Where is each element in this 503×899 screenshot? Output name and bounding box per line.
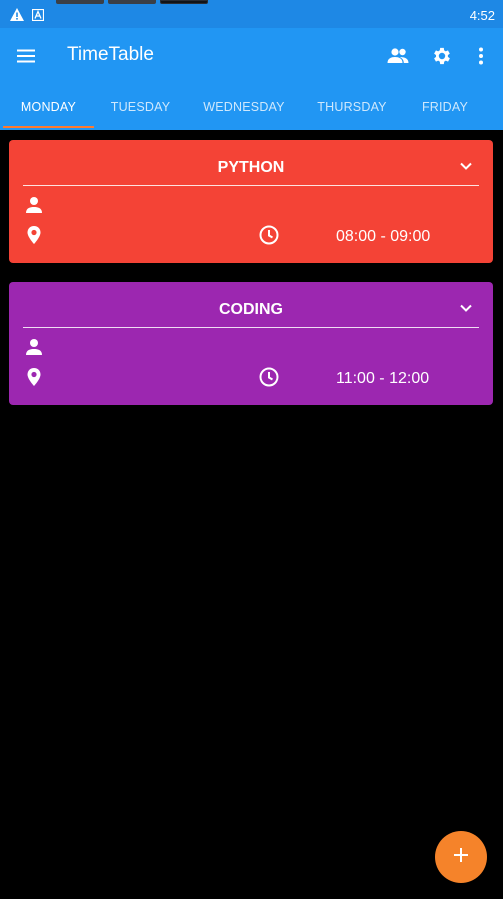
tab-label: TUESDAY: [110, 100, 171, 114]
tab-label: THURSDAY: [317, 100, 387, 114]
tab-monday[interactable]: MONDAY: [0, 84, 97, 130]
settings-icon[interactable]: [428, 42, 456, 70]
warning-icon: [10, 8, 24, 21]
tab-label: MONDAY: [20, 100, 77, 114]
person-icon: [25, 196, 43, 219]
tab-thursday[interactable]: THURSDAY: [304, 84, 400, 130]
day-tabs: MONDAY TUESDAY WEDNESDAY THURSDAY FRIDAY: [0, 84, 503, 130]
more-vert-icon[interactable]: [467, 42, 495, 70]
status-bar: 4:52: [0, 0, 503, 28]
window-tabs-strip: [56, 0, 208, 4]
tab-label: WEDNESDAY: [203, 100, 285, 114]
tab-label: FRIDAY: [421, 100, 469, 114]
subject-title: PYTHON: [217, 159, 285, 176]
add-subject-button[interactable]: [435, 831, 487, 883]
add-icon: [453, 847, 469, 868]
time-range: 08:00 - 09:00: [336, 228, 431, 245]
card-divider: [23, 185, 479, 186]
tab-wednesday[interactable]: WEDNESDAY: [184, 84, 304, 130]
time-range: 11:00 - 12:00: [336, 370, 430, 387]
clock-icon: [259, 367, 279, 392]
app-title: TimeTable: [67, 44, 154, 65]
card-divider: [23, 327, 479, 328]
subject-card[interactable]: PYTHON 08:00 - 09:00: [9, 140, 493, 263]
location-icon: [25, 225, 43, 250]
app-notification-icon: [32, 8, 44, 21]
chevron-down-icon[interactable]: [459, 158, 473, 176]
status-time: 4:52: [469, 8, 495, 23]
menu-icon[interactable]: [12, 42, 40, 70]
app-bar: TimeTable MONDAY TUESDAY WEDNESDAY THURS…: [0, 28, 503, 130]
tab-tuesday[interactable]: TUESDAY: [97, 84, 184, 130]
toolbar: TimeTable: [0, 28, 503, 84]
clock-icon: [259, 225, 279, 250]
tab-friday[interactable]: FRIDAY: [400, 84, 490, 130]
subject-card[interactable]: CODING 11:00 - 12:00: [9, 282, 493, 405]
subject-title: CODING: [219, 301, 283, 318]
chevron-down-icon[interactable]: [459, 300, 473, 318]
location-icon: [25, 367, 43, 392]
active-tab-indicator: [3, 126, 94, 128]
person-icon: [25, 338, 43, 361]
teachers-icon[interactable]: [384, 42, 412, 70]
